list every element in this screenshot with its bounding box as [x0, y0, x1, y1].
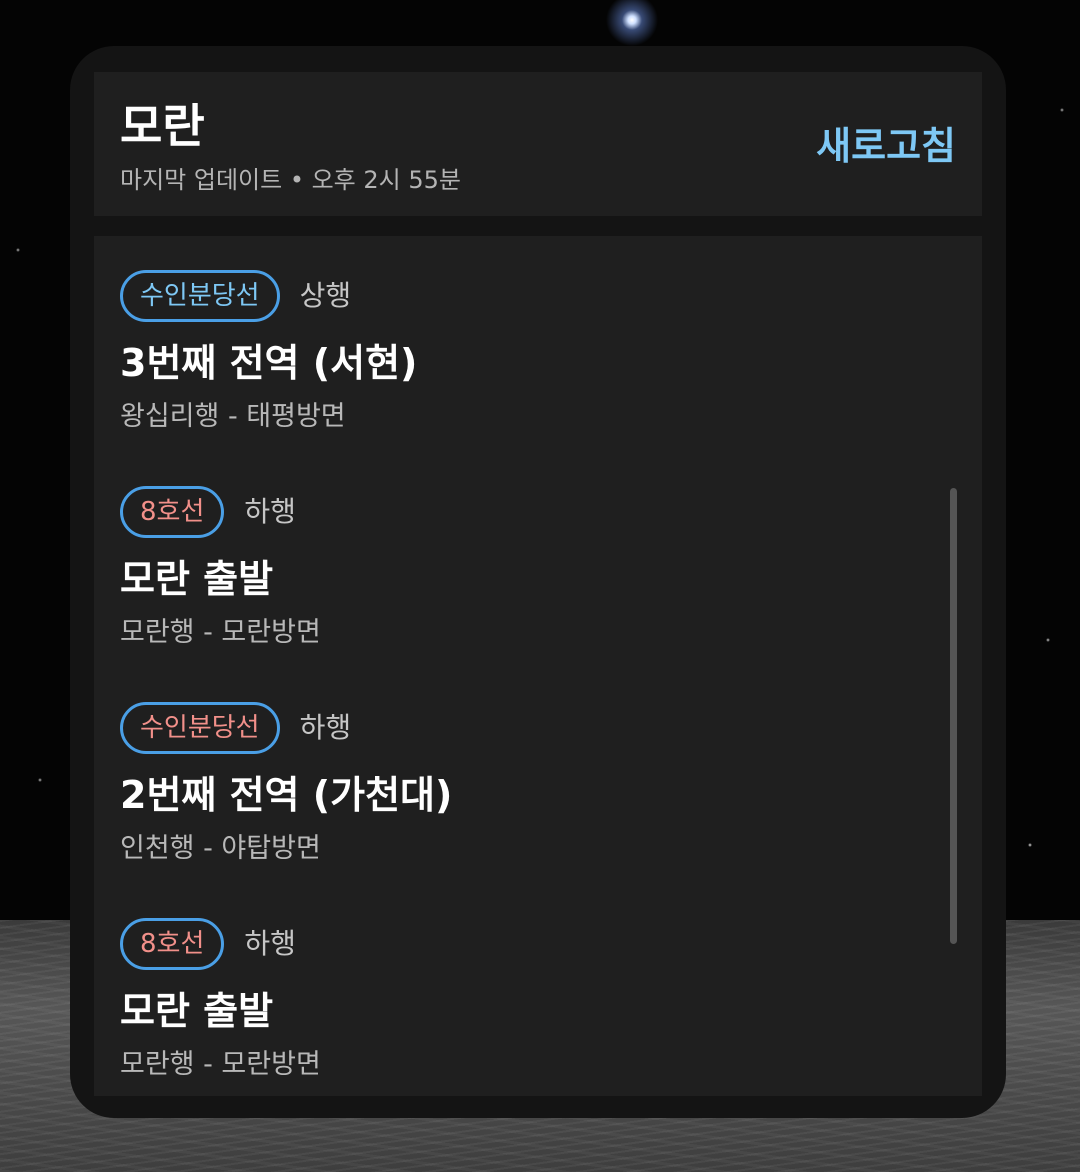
line-badge-row: 수인분당선 상행 [120, 270, 351, 322]
direction-label: 하행 [244, 927, 296, 960]
train-destination: 왕십리행 - 태평방면 [120, 401, 346, 432]
line-badge-row: 8호선 하행 [120, 918, 296, 970]
train-destination: 모란행 - 모란방면 [120, 617, 321, 648]
direction-label: 하행 [299, 711, 352, 744]
station-name: 모란 [120, 99, 205, 153]
train-status: 2번째 전역 (가천대) [120, 773, 453, 817]
train-status: 모란 출발 [120, 989, 274, 1033]
line-badge: 수인분당선 [120, 270, 280, 322]
line-badge: 8호선 [120, 486, 225, 538]
last-updated-text: 마지막 업데이트 • 오후 2시 55분 [120, 166, 461, 194]
direction-label: 상행 [299, 279, 352, 312]
direction-label: 하행 [244, 495, 296, 528]
train-status: 모란 출발 [120, 557, 274, 601]
widget-header: 모란 마지막 업데이트 • 오후 2시 55분 새로고침 [94, 72, 982, 216]
arrival-list[interactable]: 수인분당선 상행 3번째 전역 (서현) 왕십리행 - 태평방면 8호선 하행 … [94, 236, 982, 1096]
refresh-button[interactable]: 새로고침 [816, 122, 956, 170]
line-badge: 8호선 [120, 918, 225, 970]
train-status: 3번째 전역 (서현) [120, 341, 418, 385]
line-badge-row: 수인분당선 하행 [120, 702, 351, 754]
train-destination: 모란행 - 모란방면 [120, 1049, 321, 1080]
train-destination: 인천행 - 야탑방면 [120, 833, 321, 864]
scrollbar[interactable] [950, 488, 957, 944]
line-badge: 수인분당선 [120, 702, 280, 754]
subway-arrival-widget: 모란 마지막 업데이트 • 오후 2시 55분 새로고침 수인분당선 상행 3번… [70, 46, 1006, 1118]
line-badge-row: 8호선 하행 [120, 486, 296, 538]
